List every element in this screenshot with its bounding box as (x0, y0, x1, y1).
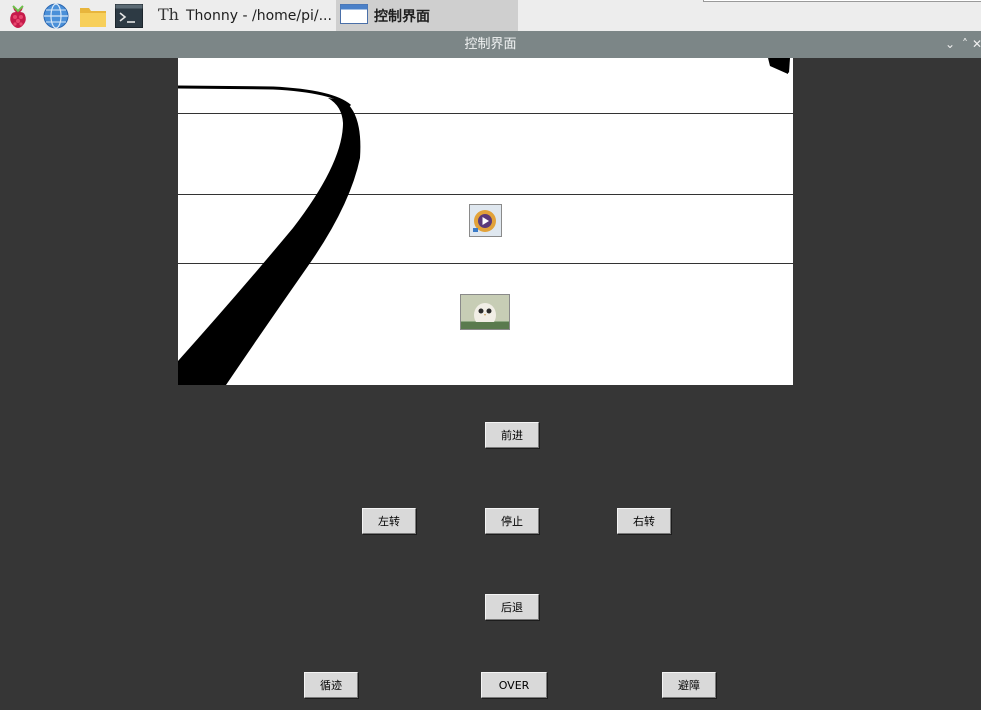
window-title: 控制界面 (464, 37, 517, 52)
window-titlebar[interactable]: 控制界面 ⌄ ˄ ✕ (0, 31, 981, 58)
taskbar: Th Thonny - /home/pi/... 控制界面 (0, 0, 981, 31)
close-icon[interactable]: ✕ (971, 31, 981, 58)
line-follow-button[interactable]: 循迹 (304, 672, 358, 698)
raspberry-menu-icon[interactable] (5, 3, 31, 29)
turn-right-button[interactable]: 右转 (617, 508, 671, 534)
taskbar-item-label: Thonny - /home/pi/... (186, 7, 332, 24)
taskbar-item-label: 控制界面 (374, 8, 430, 25)
folder-icon[interactable] (79, 3, 106, 29)
owl-photo-thumbnail[interactable] (460, 294, 510, 330)
video-play-thumbnail[interactable] (469, 204, 502, 237)
obstacle-avoid-button[interactable]: 避障 (662, 672, 716, 698)
window-icon (340, 3, 368, 29)
backward-button[interactable]: 后退 (485, 594, 539, 620)
over-button[interactable]: OVER (481, 672, 547, 698)
forward-button[interactable]: 前进 (485, 422, 539, 448)
turn-left-button[interactable]: 左转 (362, 508, 416, 534)
svg-text:Th: Th (158, 5, 179, 23)
stop-button[interactable]: 停止 (485, 508, 539, 534)
camera-canvas (178, 58, 793, 385)
taskbar-item-control-window[interactable]: 控制界面 (336, 0, 518, 31)
taskbar-field (703, 0, 981, 2)
thonny-icon: Th (158, 5, 180, 27)
terminal-icon[interactable] (115, 3, 143, 29)
taskbar-item-thonny[interactable]: Th Thonny - /home/pi/... (152, 0, 332, 31)
globe-icon[interactable] (43, 3, 69, 29)
